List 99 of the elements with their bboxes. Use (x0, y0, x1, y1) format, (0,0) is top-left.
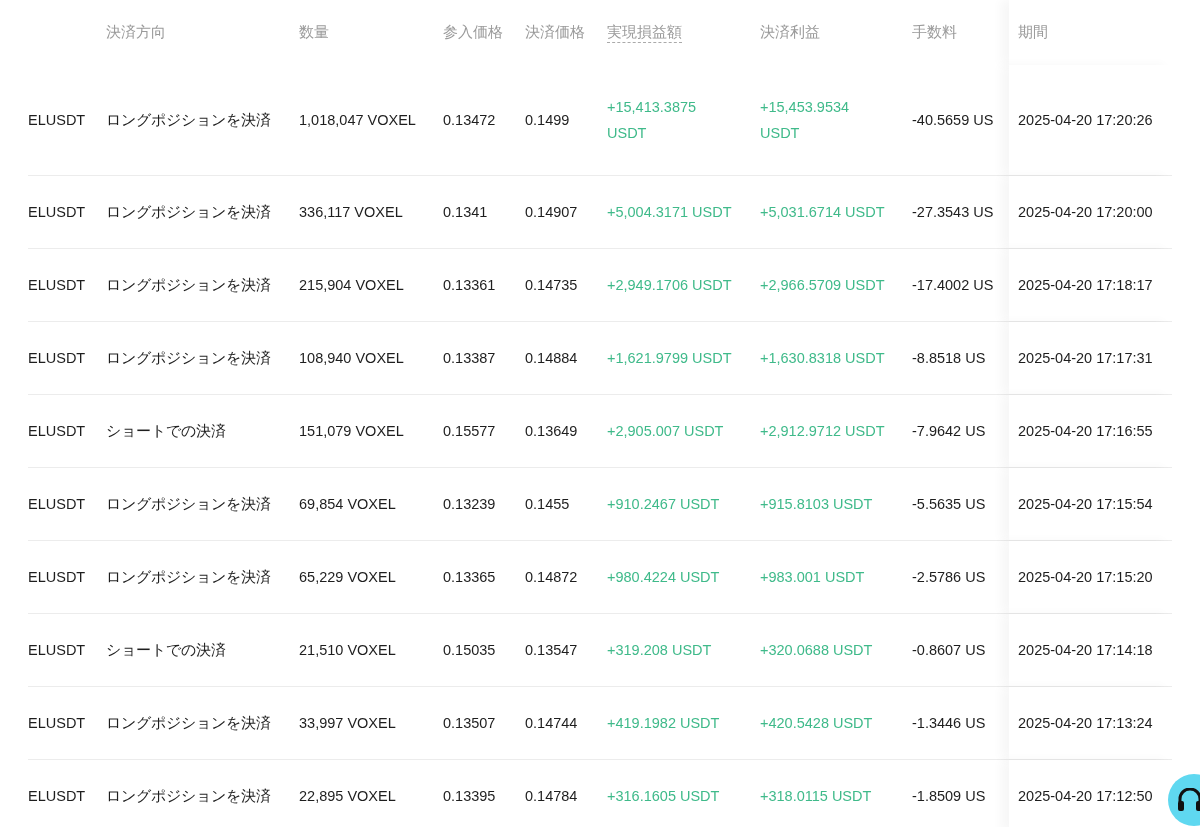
table-cell-text: ELUSDT (28, 349, 86, 368)
table-cell-text: 0.14872 (525, 568, 578, 587)
table-cell-text: +316.1605 USDT (607, 787, 720, 806)
table-cell-text: 2025-04-20 17:13:24 (1018, 714, 1153, 733)
table-cell-text: ELUSDT (28, 787, 86, 806)
table-cell-text: ロングポジションを決済 (106, 568, 271, 587)
table-cell-text: ELUSDT (28, 203, 86, 222)
table-cell-text: -1.3446 US (912, 714, 986, 733)
column-header: 実現損益額 (607, 22, 682, 43)
table-cell-text: ショートでの決済 (106, 641, 226, 660)
table-cell-text: +2,905.007 USDT (607, 422, 724, 441)
table-cell-text: +15,453.9534 USDT (760, 98, 851, 143)
table-cell-text: 0.13395 (443, 787, 496, 806)
table-cell-text: +1,630.8318 USDT (760, 349, 885, 368)
table-cell-text: 0.14884 (525, 349, 578, 368)
table-cell-text: ELUSDT (28, 495, 86, 514)
table-cell-text: 1,018,047 VOXEL (299, 111, 416, 130)
column-header: 手数料 (912, 22, 957, 42)
headset-icon (1177, 788, 1200, 812)
table-cell-text: -2.5786 US (912, 568, 986, 587)
column-header: 期間 (1018, 22, 1048, 42)
table-cell-text: ELUSDT (28, 568, 86, 587)
table-cell-text: 0.13507 (443, 714, 496, 733)
table-cell-text: 2025-04-20 17:16:55 (1018, 422, 1153, 441)
table-cell-text: 0.13387 (443, 349, 496, 368)
table-cell-text: 0.1341 (443, 203, 488, 222)
table-cell-text: 0.13547 (525, 641, 578, 660)
table-cell-text: 215,904 VOXEL (299, 276, 404, 295)
table-cell-text: 0.14784 (525, 787, 578, 806)
table-cell-text: 151,079 VOXEL (299, 422, 404, 441)
table-cell-text: +2,966.5709 USDT (760, 276, 885, 295)
table-cell-text: ショートでの決済 (106, 422, 226, 441)
table-cell-text: 0.15035 (443, 641, 496, 660)
table-cell-text: ロングポジションを決済 (106, 349, 271, 368)
table-cell-text: 0.1455 (525, 495, 570, 514)
table-cell-text: +2,949.1706 USDT (607, 276, 732, 295)
table-cell-text: 0.13472 (443, 111, 496, 130)
table-cell-text: ELUSDT (28, 422, 86, 441)
table-cell-text: -5.5635 US (912, 495, 986, 514)
table-cell-text: +915.8103 USDT (760, 495, 873, 514)
table-cell-text: ELUSDT (28, 714, 86, 733)
table-cell-text: 69,854 VOXEL (299, 495, 396, 514)
table-cell-text: 65,229 VOXEL (299, 568, 396, 587)
table-cell-text: 2025-04-20 17:12:50 (1018, 787, 1153, 806)
table-cell-text: 0.13365 (443, 568, 496, 587)
table-cell-text: 22,895 VOXEL (299, 787, 396, 806)
table-cell-text: -40.5659 US (912, 111, 994, 130)
column-header: 決済利益 (760, 22, 820, 42)
table-cell-text: 0.15577 (443, 422, 496, 441)
table-cell-text: ロングポジションを決済 (106, 787, 271, 806)
table-cell-text: 2025-04-20 17:17:31 (1018, 349, 1153, 368)
table-cell-text: 0.14907 (525, 203, 578, 222)
table-cell-text: 21,510 VOXEL (299, 641, 396, 660)
table-cell-text: ロングポジションを決済 (106, 203, 271, 222)
column-header: 数量 (299, 22, 329, 42)
table-cell-text: 0.13361 (443, 276, 496, 295)
table-cell-text: -8.8518 US (912, 349, 986, 368)
table-cell-text: +1,621.9799 USDT (607, 349, 732, 368)
table-cell-text: +320.0688 USDT (760, 641, 873, 660)
table-cell-text: -0.8607 US (912, 641, 986, 660)
table-cell-text: ELUSDT (28, 641, 86, 660)
table-cell-text: 0.14744 (525, 714, 578, 733)
table-cell-text: 0.13239 (443, 495, 496, 514)
table-cell-text: 2025-04-20 17:20:26 (1018, 111, 1153, 130)
table-cell-text: +319.208 USDT (607, 641, 712, 660)
table-cell-text: -7.9642 US (912, 422, 986, 441)
column-header: 参入価格 (443, 22, 503, 42)
table-cell-text: ELUSDT (28, 111, 86, 130)
table-cell-text: 33,997 VOXEL (299, 714, 396, 733)
table-cell-text: 0.13649 (525, 422, 578, 441)
table-cell-text: 2025-04-20 17:15:54 (1018, 495, 1153, 514)
table-cell-text: 0.14735 (525, 276, 578, 295)
table-cell-text: ELUSDT (28, 276, 86, 295)
table-cell-text: -1.8509 US (912, 787, 986, 806)
column-header: 決済価格 (525, 22, 585, 42)
table-cell-text: 2025-04-20 17:20:00 (1018, 203, 1153, 222)
table-cell-text: +318.0115 USDT (760, 787, 872, 806)
table-cell-text: -27.3543 US (912, 203, 994, 222)
table-cell-text: -17.4002 US (912, 276, 994, 295)
table-cell-text: 108,940 VOXEL (299, 349, 404, 368)
table-cell-text: +980.4224 USDT (607, 568, 720, 587)
table-cell-text: +15,413.3875 USDT (607, 98, 698, 143)
table-cell-text: +910.2467 USDT (607, 495, 720, 514)
table-cell-text: ロングポジションを決済 (106, 111, 271, 130)
table-cell-text: 2025-04-20 17:18:17 (1018, 276, 1153, 295)
table-cell-text: +419.1982 USDT (607, 714, 720, 733)
table-cell-text: ロングポジションを決済 (106, 714, 271, 733)
table-cell-text: +2,912.9712 USDT (760, 422, 885, 441)
table-cell-text: 0.1499 (525, 111, 570, 130)
table-cell-text: +983.001 USDT (760, 568, 865, 587)
table-cell-text: ロングポジションを決済 (106, 495, 271, 514)
table-cell-text: +420.5428 USDT (760, 714, 873, 733)
table-cell-text: +5,031.6714 USDT (760, 203, 885, 222)
table-cell-text: 336,117 VOXEL (299, 203, 403, 222)
table-cell-text: 2025-04-20 17:15:20 (1018, 568, 1153, 587)
table-cell-text: ロングポジションを決済 (106, 276, 271, 295)
table-cell-text: 2025-04-20 17:14:18 (1018, 641, 1153, 660)
table-cell-text: +5,004.3171 USDT (607, 203, 732, 222)
column-header: 決済方向 (106, 22, 166, 42)
